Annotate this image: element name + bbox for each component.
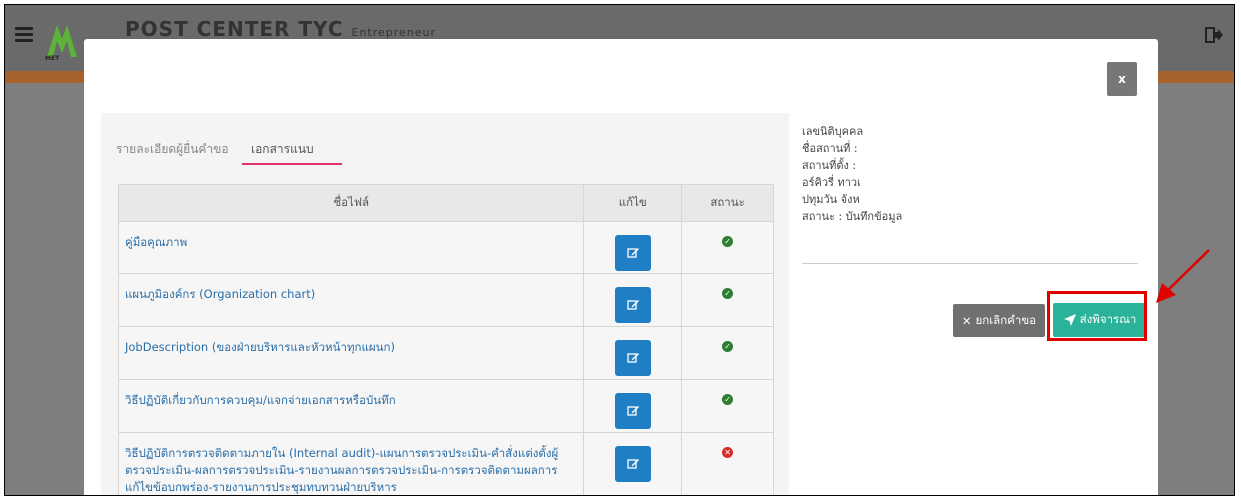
edit-icon [627,353,639,363]
close-icon: ✕ [961,313,972,328]
active-tab-indicator [242,163,342,165]
status-ok-icon: ✓ [722,394,734,405]
edit-button[interactable] [614,446,651,482]
info-line: ชื่อสถานที่ : [802,142,858,155]
table-row: วิธีปฏิบัติการตรวจติดตามภายใน (Internal … [117,432,774,495]
info-line: เลขนิติบุคคล [802,125,864,138]
highlight-annotation [1047,291,1147,341]
table-row: คู่มือคุณภาพ ✓ [117,221,774,274]
table-row: แผนภูมิองค์กร (Organization chart) ✓ [117,273,774,327]
edit-icon [627,406,639,416]
edit-icon [627,300,639,310]
edit-button[interactable] [614,235,651,271]
status-ok-icon: ✓ [722,288,734,299]
screenshot-frame: MET POST CENTER TYC Entrepreneur x รายละ… [4,4,1235,496]
cancel-request-button[interactable]: ✕ ยกเลิกคำขอ [953,304,1045,337]
edit-button[interactable] [614,340,651,376]
info-line: สถานะ : บันทึกข้อมูล [802,210,903,223]
file-name-link[interactable]: คู่มือคุณภาพ [117,221,585,274]
tab-applicant-details[interactable]: รายละเอียดผู้ยื่นคำขอ [116,140,229,159]
tab-attachments[interactable]: เอกสารแนบ [251,140,314,159]
status-ok-icon: ✓ [722,236,734,247]
status-error-icon: ✕ [722,447,734,458]
hamburger-menu-icon[interactable] [15,27,33,42]
info-line: อร์คิวรี่ ทาวเ [802,176,861,189]
close-button[interactable]: x [1107,62,1137,96]
file-name-link[interactable]: วิธีปฏิบัติเกี่ยวกับการควบคุม/แจกจ่ายเอก… [117,379,585,433]
edit-button[interactable] [614,287,651,323]
edit-button[interactable] [614,393,651,429]
arrow-annotation-icon [1156,249,1210,303]
logout-icon[interactable] [1204,25,1224,45]
logo-icon [47,25,77,57]
modal-dialog: x รายละเอียดผู้ยื่นคำขอ เอกสารแนบ ชื่อไฟ… [84,39,1210,495]
divider [802,263,1138,264]
edit-icon [627,459,639,469]
column-header-edit: แก้ไข [583,184,683,222]
table-row: JobDescription (ของฝ่ายบริหารและหัวหน้าท… [117,326,774,380]
attachments-table: ชื่อไฟล์ แก้ไข สถานะ คู่มือคุณภาพ ✓ แผนภ… [117,184,774,495]
status-ok-icon: ✓ [722,341,734,352]
logo-text: MET [45,55,60,62]
column-header-status: สถานะ [681,184,774,222]
edit-icon [627,248,639,258]
cancel-label: ยกเลิกคำขอ [975,312,1037,327]
file-name-link[interactable]: แผนภูมิองค์กร (Organization chart) [117,273,585,327]
applicant-info: เลขนิติบุคคล ชื่อสถานที่ : สถานที่ตั้ง :… [802,123,1002,225]
file-name-link[interactable]: JobDescription (ของฝ่ายบริหารและหัวหน้าท… [117,326,585,380]
file-name-link[interactable]: วิธีปฏิบัติการตรวจติดตามภายใน (Internal … [117,432,585,495]
table-row: วิธีปฏิบัติเกี่ยวกับการควบคุม/แจกจ่ายเอก… [117,379,774,433]
column-header-filename: ชื่อไฟล์ [117,184,585,222]
info-line: สถานที่ตั้ง : [802,159,857,172]
app-title: POST CENTER TYC Entrepreneur [125,17,437,41]
info-line: ปทุมวัน จังห [802,193,860,206]
